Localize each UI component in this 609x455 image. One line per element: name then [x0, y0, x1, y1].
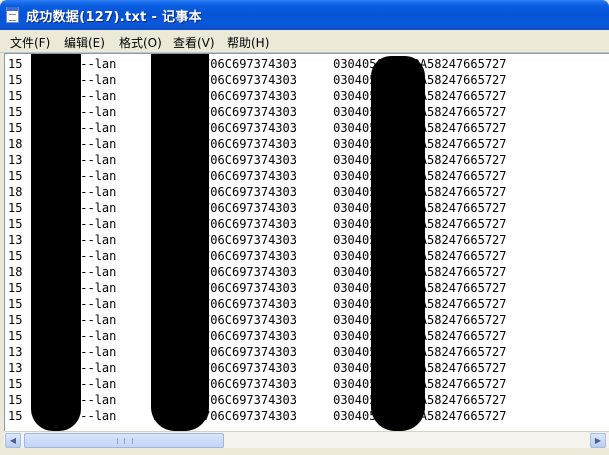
menu-bar: 文件(F) 编辑(E) 格式(O) 查看(V) 帮助(H)	[0, 30, 609, 53]
text-line: 15 00---lan 9----62706C697374303 0304050…	[8, 73, 507, 87]
arrow-left-icon[interactable]: ◀	[5, 433, 21, 448]
window-title: 成功数据(127).txt - 记事本	[26, 10, 202, 25]
text-line: 15 13---lan 9----62706C697374303 0304050…	[8, 57, 507, 71]
text-line: 13 30---lan 9----62706C697374303 0304050…	[8, 233, 507, 247]
menu-format[interactable]: 格式(O)	[119, 34, 162, 51]
notepad-window: 成功数据(127).txt - 记事本 文件(F) 编辑(E) 格式(O) 查看…	[0, 0, 609, 455]
horizontal-scrollbar[interactable]: ◀ ▶	[4, 431, 609, 449]
menu-help[interactable]: 帮助(H)	[227, 34, 269, 51]
text-line: 13 64---lan 9----62706C697374303 0304050…	[8, 153, 507, 167]
notepad-icon[interactable]	[6, 7, 19, 23]
arrow-right-icon[interactable]: ▶	[590, 433, 606, 448]
text-line: 15 45---lan 9----62706C697374303 0304050…	[8, 89, 507, 103]
text-line: 15 41---lan 9----62706C697374303 0304050…	[8, 201, 507, 215]
text-line: 13 35---lan 9----62706C697374303 0304050…	[8, 361, 507, 375]
text-line: 15 83---lan 9----62706C697374303 0304050…	[8, 217, 507, 231]
text-line: 15 74---lan 9----62706C697374303 0304050…	[8, 121, 507, 135]
menu-file[interactable]: 文件(F)	[10, 34, 50, 51]
redaction-bar	[371, 56, 425, 431]
text-editor[interactable]: 15 13---lan 9----62706C697374303 0304050…	[4, 53, 609, 431]
menu-edit[interactable]: 编辑(E)	[64, 34, 105, 51]
text-line: 15 64---lan 9----62706C697374303 0304050…	[8, 297, 507, 311]
grip-icon	[117, 438, 133, 444]
text-content: 15 13---lan 9----62706C697374303 0304050…	[8, 56, 507, 424]
text-line: 18 24---lan 9----62706C697374303 0304050…	[8, 265, 507, 279]
text-line: 13 15---lan 9----62706C697374303 0304050…	[8, 345, 507, 359]
redaction-bar	[151, 54, 209, 431]
text-line: 18 48---lan 9----62706C697374303 0304050…	[8, 185, 507, 199]
text-line: 15 64---lan 9----62706C697374303 0304050…	[8, 281, 507, 295]
redaction-bar	[31, 54, 81, 431]
scroll-thumb[interactable]	[24, 433, 224, 448]
text-line: 15 92---lan 9----62706C697374303 0304050…	[8, 249, 507, 263]
window-bottom-frame	[0, 448, 609, 455]
text-line: 15 14---lan 9----62706C697374303 0304050…	[8, 409, 507, 423]
text-line: 18 49---lan 9----62706C697374303 0304050…	[8, 137, 507, 151]
text-line: 15 74---lan 9----62706C697374303 0304050…	[8, 169, 507, 183]
text-line: 15 31---lan 9----62706C697374303 0304050…	[8, 393, 507, 407]
text-line: 15 64---lan 9----62706C697374303 0304050…	[8, 329, 507, 343]
text-line: 15 14---lan 9----62706C697374303 0304050…	[8, 377, 507, 391]
menu-view[interactable]: 查看(V)	[173, 34, 215, 51]
text-line: 15 42---lan 9----62706C697374303 0304050…	[8, 105, 507, 119]
text-line: 15 47---lan 9----62706C697374303 0304050…	[8, 313, 507, 327]
title-bar[interactable]: 成功数据(127).txt - 记事本	[0, 0, 609, 30]
